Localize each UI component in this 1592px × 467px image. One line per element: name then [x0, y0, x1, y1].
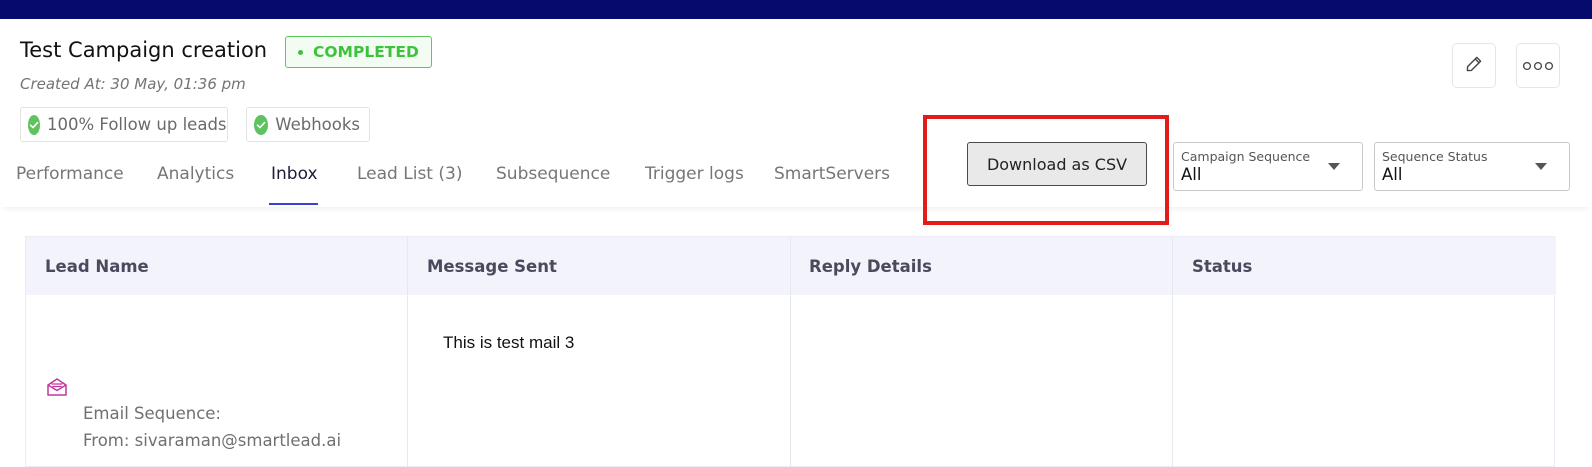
column-header-reply-details: Reply Details: [809, 256, 932, 276]
pencil-icon: [1464, 54, 1484, 78]
more-options-button[interactable]: [1516, 43, 1560, 88]
tab-subsequence[interactable]: Subsequence: [496, 164, 610, 184]
inbox-table: Lead Name Message Sent Reply Details Sta…: [25, 236, 1556, 467]
tab-smartservers[interactable]: SmartServers: [774, 164, 890, 184]
tab-analytics[interactable]: Analytics: [157, 164, 234, 184]
column-divider: [1172, 237, 1173, 467]
campaign-sequence-select[interactable]: Campaign Sequence All: [1173, 142, 1363, 191]
chevron-down-icon: [1328, 163, 1340, 170]
tab-lead-list[interactable]: Lead List (3): [357, 164, 462, 184]
tab-trigger-logs[interactable]: Trigger logs: [645, 164, 744, 184]
more-horizontal-icon: [1522, 56, 1554, 75]
active-tab-indicator: [269, 203, 318, 205]
from-email: From: sivaraman@smartlead.ai: [83, 431, 342, 450]
tab-inbox[interactable]: Inbox: [271, 164, 318, 184]
message-sent-text: This is test mail 3: [443, 333, 575, 352]
status-badge: COMPLETED: [285, 36, 432, 68]
sequence-status-select[interactable]: Sequence Status All: [1374, 142, 1570, 191]
page-title: Test Campaign creation: [20, 38, 268, 62]
created-at: Created At: 30 May, 01:36 pm: [20, 75, 246, 93]
webhooks-chip: Webhooks: [246, 107, 370, 142]
top-bar: [0, 0, 1592, 19]
email-sequence-label: Email Sequence:: [83, 404, 221, 423]
status-dot: [298, 49, 303, 55]
table-header: Lead Name Message Sent Reply Details Sta…: [26, 237, 1556, 295]
column-header-lead-name: Lead Name: [45, 256, 149, 276]
column-header-status: Status: [1192, 256, 1253, 276]
sequence-status-value: All: [1382, 165, 1403, 184]
tab-performance[interactable]: Performance: [16, 164, 124, 184]
column-divider: [407, 237, 408, 467]
followup-leads-chip: 100% Follow up leads: [20, 107, 228, 142]
download-csv-button[interactable]: Download as CSV: [967, 142, 1147, 186]
edit-button[interactable]: [1452, 43, 1496, 88]
sequence-status-label: Sequence Status: [1382, 149, 1488, 164]
check-circle-icon: [254, 114, 269, 135]
webhooks-label: Webhooks: [275, 115, 360, 134]
mail-open-icon: [45, 375, 69, 399]
status-label: COMPLETED: [313, 43, 419, 61]
followup-leads-label: 100% Follow up leads: [47, 115, 227, 134]
check-circle-icon: [28, 114, 40, 135]
column-header-message-sent: Message Sent: [427, 256, 557, 276]
campaign-sequence-value: All: [1181, 165, 1202, 184]
campaign-sequence-label: Campaign Sequence: [1181, 149, 1311, 164]
chevron-down-icon: [1535, 163, 1547, 170]
column-divider: [790, 237, 791, 467]
